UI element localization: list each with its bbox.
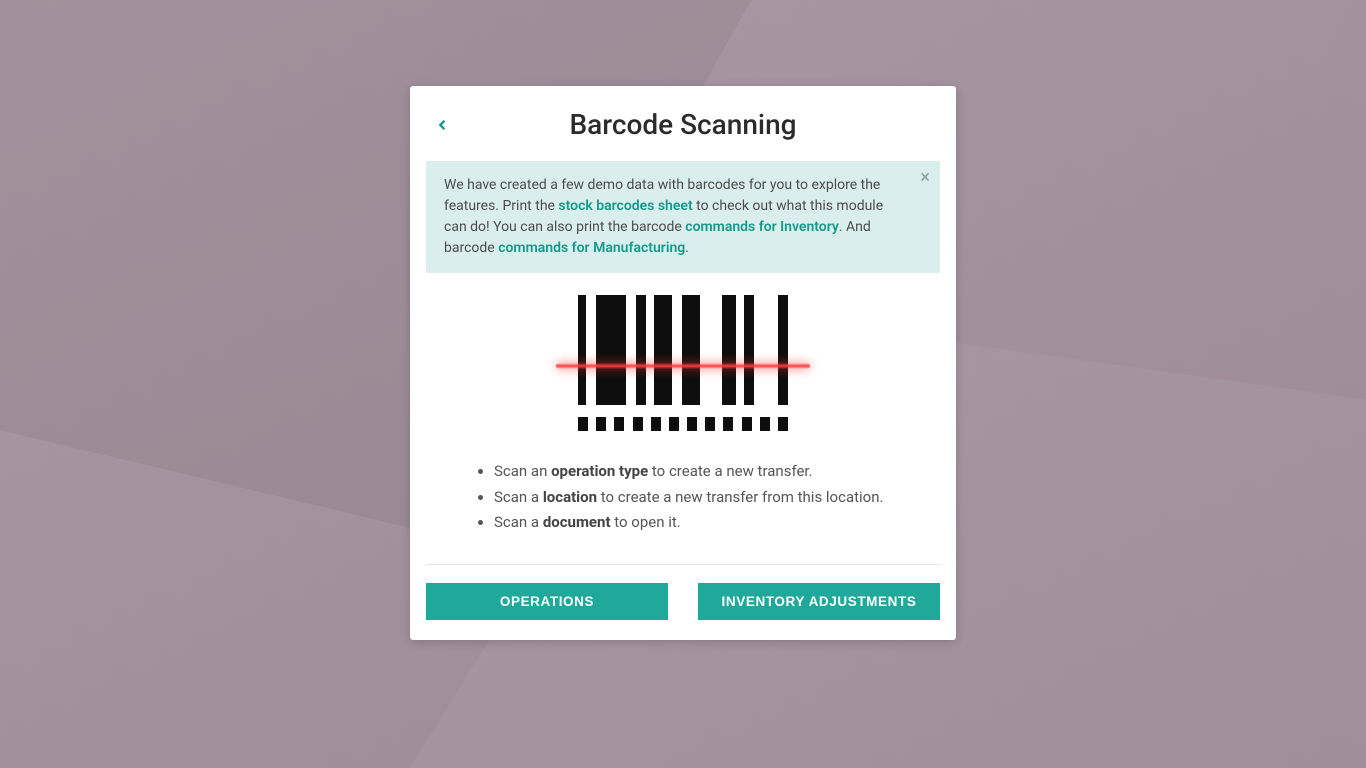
barcode-icon bbox=[578, 295, 788, 431]
tip-2-strong: location bbox=[543, 488, 597, 506]
tip-3-post: to open it. bbox=[611, 513, 681, 531]
scan-line bbox=[556, 363, 810, 369]
alert-text-4: . bbox=[685, 240, 689, 256]
action-buttons-row: Operations Inventory Adjustments bbox=[426, 583, 940, 620]
tip-item-document: Scan a document to open it. bbox=[494, 510, 920, 536]
commands-manufacturing-link[interactable]: commands for Manufacturing bbox=[498, 240, 685, 256]
tip-item-location: Scan a location to create a new transfer… bbox=[494, 485, 920, 511]
tip-item-operation-type: Scan an operation type to create a new t… bbox=[494, 459, 920, 485]
tip-2-pre: Scan a bbox=[494, 488, 543, 506]
tips-list: Scan an operation type to create a new t… bbox=[476, 459, 920, 536]
operations-button[interactable]: Operations bbox=[426, 583, 668, 620]
tip-3-strong: document bbox=[543, 513, 611, 531]
divider bbox=[426, 564, 940, 565]
back-button[interactable] bbox=[430, 113, 454, 137]
tip-1-pre: Scan an bbox=[494, 462, 551, 480]
card-header: Barcode Scanning bbox=[426, 108, 940, 141]
stock-barcodes-sheet-link[interactable]: stock barcodes sheet bbox=[558, 198, 692, 214]
tip-2-post: to create a new transfer from this locat… bbox=[597, 488, 883, 506]
tip-3-pre: Scan a bbox=[494, 513, 543, 531]
inventory-adjustments-button[interactable]: Inventory Adjustments bbox=[698, 583, 940, 620]
tip-1-strong: operation type bbox=[551, 462, 648, 480]
page-title: Barcode Scanning bbox=[569, 108, 796, 141]
info-alert: × We have created a few demo data with b… bbox=[426, 161, 940, 273]
chevron-left-icon bbox=[435, 118, 449, 132]
barcode-scanning-card: Barcode Scanning × We have created a few… bbox=[410, 86, 956, 640]
tip-1-post: to create a new transfer. bbox=[648, 462, 812, 480]
barcode-illustration bbox=[426, 295, 940, 431]
alert-close-button[interactable]: × bbox=[920, 169, 930, 187]
commands-inventory-link[interactable]: commands for Inventory bbox=[685, 219, 839, 235]
